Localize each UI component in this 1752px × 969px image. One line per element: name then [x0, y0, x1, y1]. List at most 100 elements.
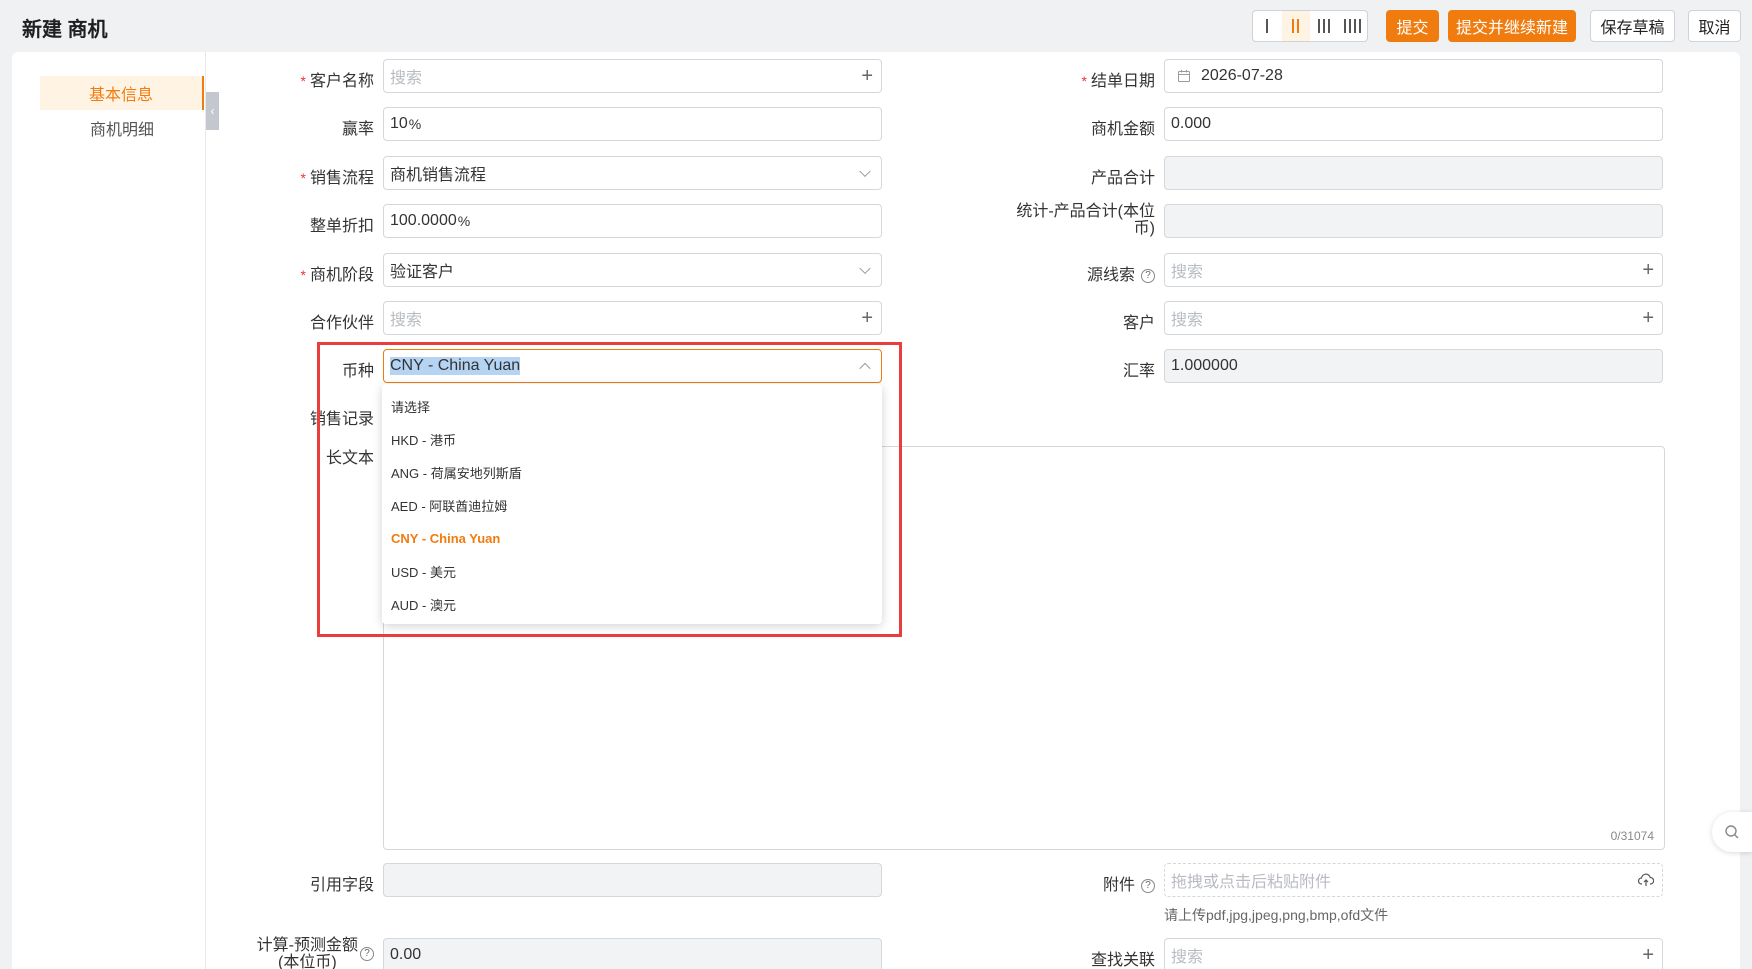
attachment-label: 附件? [1103, 871, 1155, 895]
currency-select[interactable]: CNY - China Yuan [383, 349, 882, 383]
four-column-icon-bar [1349, 19, 1352, 33]
discount-input[interactable]: 100.0000% [383, 204, 882, 238]
stat-product-total-label-line2: 币) [1133, 220, 1155, 237]
add-plus-icon[interactable]: + [1642, 945, 1654, 965]
discount-value: 100.0000 [390, 212, 457, 229]
add-plus-icon[interactable]: + [1642, 260, 1654, 280]
customer-placeholder: 搜索 [1171, 312, 1204, 329]
add-plus-icon[interactable]: + [861, 308, 873, 328]
submit-and-new-button[interactable]: 提交并继续新建 [1448, 10, 1576, 42]
stat-product-total-label: 统计-产品合计(本位 币) [1016, 203, 1155, 237]
calc-amount-label-text: 计算-预测金额 (本位币) [257, 937, 358, 969]
section-nav: 基本信息 商机明细 [12, 52, 206, 969]
close-date-label: * 结单日期 [1082, 67, 1155, 91]
required-mark: * [1081, 73, 1087, 89]
calc-amount-label: 计算-预测金额 (本位币) ? [257, 937, 374, 969]
sales-process-label: * 销售流程 [301, 164, 374, 188]
close-date-label-text: 结单日期 [1090, 73, 1155, 90]
collapse-nav-chevron-left-icon[interactable]: ‹ [206, 92, 219, 130]
chevron-down-icon [859, 165, 871, 178]
lookup-input[interactable]: 搜索 + [1164, 938, 1663, 969]
attachment-label-text: 附件 [1102, 877, 1135, 894]
lookup-label: 查找关联 [1090, 952, 1155, 969]
amount-label: 商机金额 [1090, 121, 1155, 138]
stage-label: * 商机阶段 [301, 261, 374, 285]
submit-button[interactable]: 提交 [1386, 10, 1439, 42]
attachment-dropzone[interactable]: 拖拽或点击后粘贴附件 [1164, 863, 1663, 897]
four-column-icon-bar [1354, 19, 1357, 33]
close-date-input[interactable]: 2026-07-28 [1164, 59, 1663, 93]
stage-select[interactable]: 验证客户 [383, 253, 882, 287]
source-lead-input[interactable]: 搜索 + [1164, 253, 1663, 287]
lookup-placeholder: 搜索 [1171, 949, 1204, 966]
help-icon[interactable]: ? [1141, 878, 1155, 893]
source-lead-label-text: 源线索 [1086, 267, 1135, 284]
required-mark: * [300, 73, 306, 89]
help-icon[interactable]: ? [1141, 268, 1155, 283]
four-column-icon-bar [1359, 19, 1362, 33]
customer-input[interactable]: 搜索 + [1164, 301, 1663, 335]
calc-amount-label-line1: 计算-预测金额 [256, 937, 358, 954]
partner-input[interactable]: 搜索 + [383, 301, 882, 335]
currency-option[interactable]: USD - 美元 [382, 555, 882, 588]
three-column-icon [1318, 19, 1321, 33]
layout-one-column-option[interactable] [1253, 11, 1282, 41]
win-rate-input[interactable]: 10% [383, 107, 882, 141]
currency-option[interactable]: 请选择 [382, 390, 882, 423]
upload-cloud-icon[interactable] [1638, 873, 1654, 887]
nav-item-basic-info[interactable]: 基本信息 [40, 76, 204, 110]
product-total-field [1164, 156, 1663, 190]
char-counter: 0/31074 [1610, 829, 1654, 843]
two-column-icon [1292, 19, 1295, 33]
win-rate-label: 赢率 [341, 121, 374, 138]
calc-amount-label-line2: (本位币) [277, 954, 337, 969]
long-text-label: 长文本 [325, 450, 374, 467]
attachment-hint: 请上传pdf,jpg,jpeg,png,bmp,ofd文件 [1164, 907, 1389, 923]
currency-option[interactable]: ANG - 荷属安地列斯盾 [382, 456, 882, 489]
exchange-rate-field: 1.000000 [1164, 349, 1663, 383]
sales-process-value: 商机销售流程 [390, 167, 487, 184]
currency-label: 币种 [341, 363, 374, 380]
discount-unit: % [457, 213, 471, 229]
product-total-label: 产品合计 [1090, 170, 1155, 187]
amount-value: 0.000 [1171, 115, 1212, 132]
nav-item-detail[interactable]: 商机明细 [40, 111, 204, 145]
ref-field [383, 863, 882, 897]
add-plus-icon[interactable]: + [1642, 308, 1654, 328]
source-lead-label: 源线索? [1087, 261, 1155, 285]
layout-three-column-option[interactable] [1310, 11, 1339, 41]
stat-product-total-field [1164, 204, 1663, 238]
currency-option[interactable]: AED - 阿联酋迪拉姆 [382, 489, 882, 522]
customer-name-input[interactable]: 搜索 + [383, 59, 882, 93]
calc-amount-field: 0.00 [383, 938, 882, 969]
help-icon[interactable]: ? [360, 947, 374, 961]
calendar-icon [1178, 70, 1190, 82]
sales-process-select[interactable]: 商机销售流程 [383, 156, 882, 190]
exchange-rate-label: 汇率 [1122, 363, 1155, 380]
currency-option[interactable]: AUD - 澳元 [382, 588, 882, 621]
floating-search-icon[interactable] [1712, 812, 1752, 852]
cancel-button[interactable]: 取消 [1688, 10, 1741, 42]
customer-label: 客户 [1122, 315, 1155, 332]
stage-label-text: 商机阶段 [309, 267, 374, 284]
win-rate-value: 10 [390, 115, 408, 132]
win-rate-unit: % [408, 116, 422, 132]
currency-value: CNY - China Yuan [390, 357, 521, 375]
required-mark: * [300, 267, 306, 283]
layout-two-column-option[interactable] [1281, 11, 1310, 41]
stat-product-total-label-line1: 统计-产品合计(本位 [1016, 203, 1155, 220]
currency-dropdown: 请选择 HKD - 港币 ANG - 荷属安地列斯盾 AED - 阿联酋迪拉姆 … [382, 384, 882, 624]
two-column-icon-bar [1297, 19, 1300, 33]
sales-record-label: 销售记录 [309, 411, 374, 428]
add-plus-icon[interactable]: + [861, 66, 873, 86]
discount-label: 整单折扣 [309, 218, 374, 235]
amount-input[interactable]: 0.000 [1164, 107, 1663, 141]
currency-option-selected[interactable]: CNY - China Yuan [382, 522, 882, 555]
required-mark: * [300, 170, 306, 186]
exchange-rate-value: 1.000000 [1171, 357, 1238, 374]
column-layout-toggle [1252, 10, 1368, 42]
layout-four-column-option[interactable] [1339, 11, 1368, 41]
currency-option[interactable]: HKD - 港币 [382, 423, 882, 456]
save-draft-button[interactable]: 保存草稿 [1590, 10, 1675, 42]
partner-placeholder: 搜索 [390, 312, 423, 329]
